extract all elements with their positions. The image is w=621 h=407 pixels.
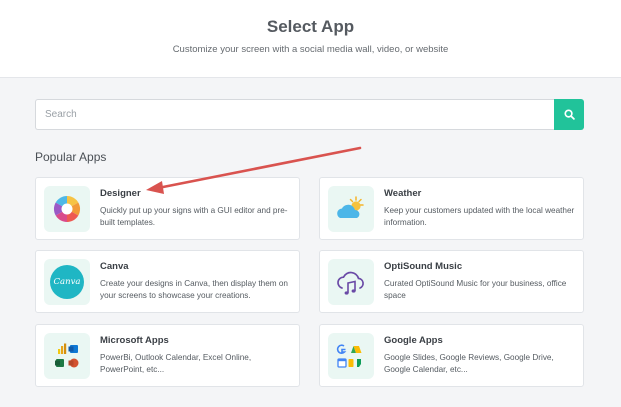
app-description: Keep your customers updated with the loc… bbox=[384, 206, 575, 227]
search-input[interactable] bbox=[35, 99, 554, 130]
app-name: Designer bbox=[100, 188, 141, 199]
app-icon-box bbox=[44, 333, 90, 379]
app-card-designer[interactable]: Designer Quickly put up your signs with … bbox=[35, 177, 300, 240]
app-icon-box bbox=[44, 186, 90, 232]
section-title: Popular Apps bbox=[35, 150, 107, 164]
designer-icon bbox=[53, 195, 81, 223]
weather-icon bbox=[337, 196, 364, 218]
app-icon-box bbox=[328, 259, 374, 305]
app-card-google-apps[interactable]: Google Apps Google Slides, Google Review… bbox=[319, 324, 584, 387]
app-icon-box bbox=[328, 333, 374, 379]
canva-icon: Canva bbox=[50, 265, 84, 299]
canva-logo-text: Canva bbox=[53, 277, 81, 287]
app-name: Canva bbox=[100, 261, 129, 272]
search-icon bbox=[563, 109, 575, 120]
app-card-weather[interactable]: Weather Keep your customers updated with… bbox=[319, 177, 584, 240]
google-apps-icon bbox=[336, 344, 362, 368]
microsoft-apps-icon bbox=[55, 343, 79, 368]
app-icon-box: Canva bbox=[44, 259, 90, 305]
app-name: Weather bbox=[384, 188, 422, 199]
app-description: Curated OptiSound Music for your busines… bbox=[384, 279, 567, 300]
app-description: PowerBi, Outlook Calendar, Excel Online,… bbox=[100, 353, 252, 374]
app-icon-box bbox=[328, 186, 374, 232]
app-description: Quickly put up your signs with a GUI edi… bbox=[100, 206, 288, 227]
page-title: Select App bbox=[266, 17, 355, 36]
app-description: Google Slides, Google Reviews, Google Dr… bbox=[384, 353, 554, 374]
app-card-microsoft-apps[interactable]: Microsoft Apps PowerBi, Outlook Calendar… bbox=[35, 324, 300, 387]
app-card-canva[interactable]: Canva Canva Create your designs in Canva… bbox=[35, 250, 300, 313]
search-button[interactable] bbox=[554, 99, 584, 130]
page-header: Select App Customize your screen with a … bbox=[0, 0, 621, 78]
search-bar bbox=[35, 99, 584, 130]
app-description: Create your designs in Canva, then displ… bbox=[100, 279, 288, 300]
app-card-optisound-music[interactable]: OptiSound Music Curated OptiSound Music … bbox=[319, 250, 584, 313]
app-name: Google Apps bbox=[384, 335, 443, 346]
music-cloud-icon bbox=[337, 271, 364, 295]
app-name: Microsoft Apps bbox=[100, 335, 169, 346]
page-subtitle: Customize your screen with a social medi… bbox=[172, 44, 449, 55]
app-name: OptiSound Music bbox=[384, 261, 463, 272]
